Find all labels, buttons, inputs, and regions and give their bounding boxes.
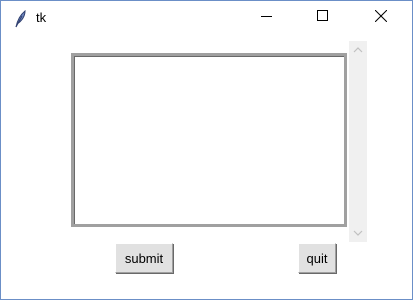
app-window: tk submit quit [0, 0, 413, 300]
submit-button[interactable]: submit [115, 243, 173, 273]
chevron-up-icon [353, 47, 363, 53]
chevron-down-icon [353, 230, 363, 236]
text-input-area[interactable] [71, 53, 347, 227]
quit-button[interactable]: quit [298, 243, 336, 273]
maximize-icon [317, 10, 328, 21]
window-title: tk [36, 10, 47, 25]
minimize-icon [261, 16, 272, 17]
close-button[interactable] [358, 1, 404, 31]
feather-icon [13, 9, 27, 28]
maximize-button[interactable] [300, 1, 346, 31]
scroll-down-button[interactable] [349, 225, 367, 242]
close-icon [375, 10, 387, 22]
vertical-scrollbar[interactable] [349, 41, 367, 242]
scroll-up-button[interactable] [349, 41, 367, 58]
title-bar[interactable]: tk [1, 1, 412, 31]
client-area: submit quit [1, 31, 412, 299]
minimize-button[interactable] [244, 1, 290, 31]
